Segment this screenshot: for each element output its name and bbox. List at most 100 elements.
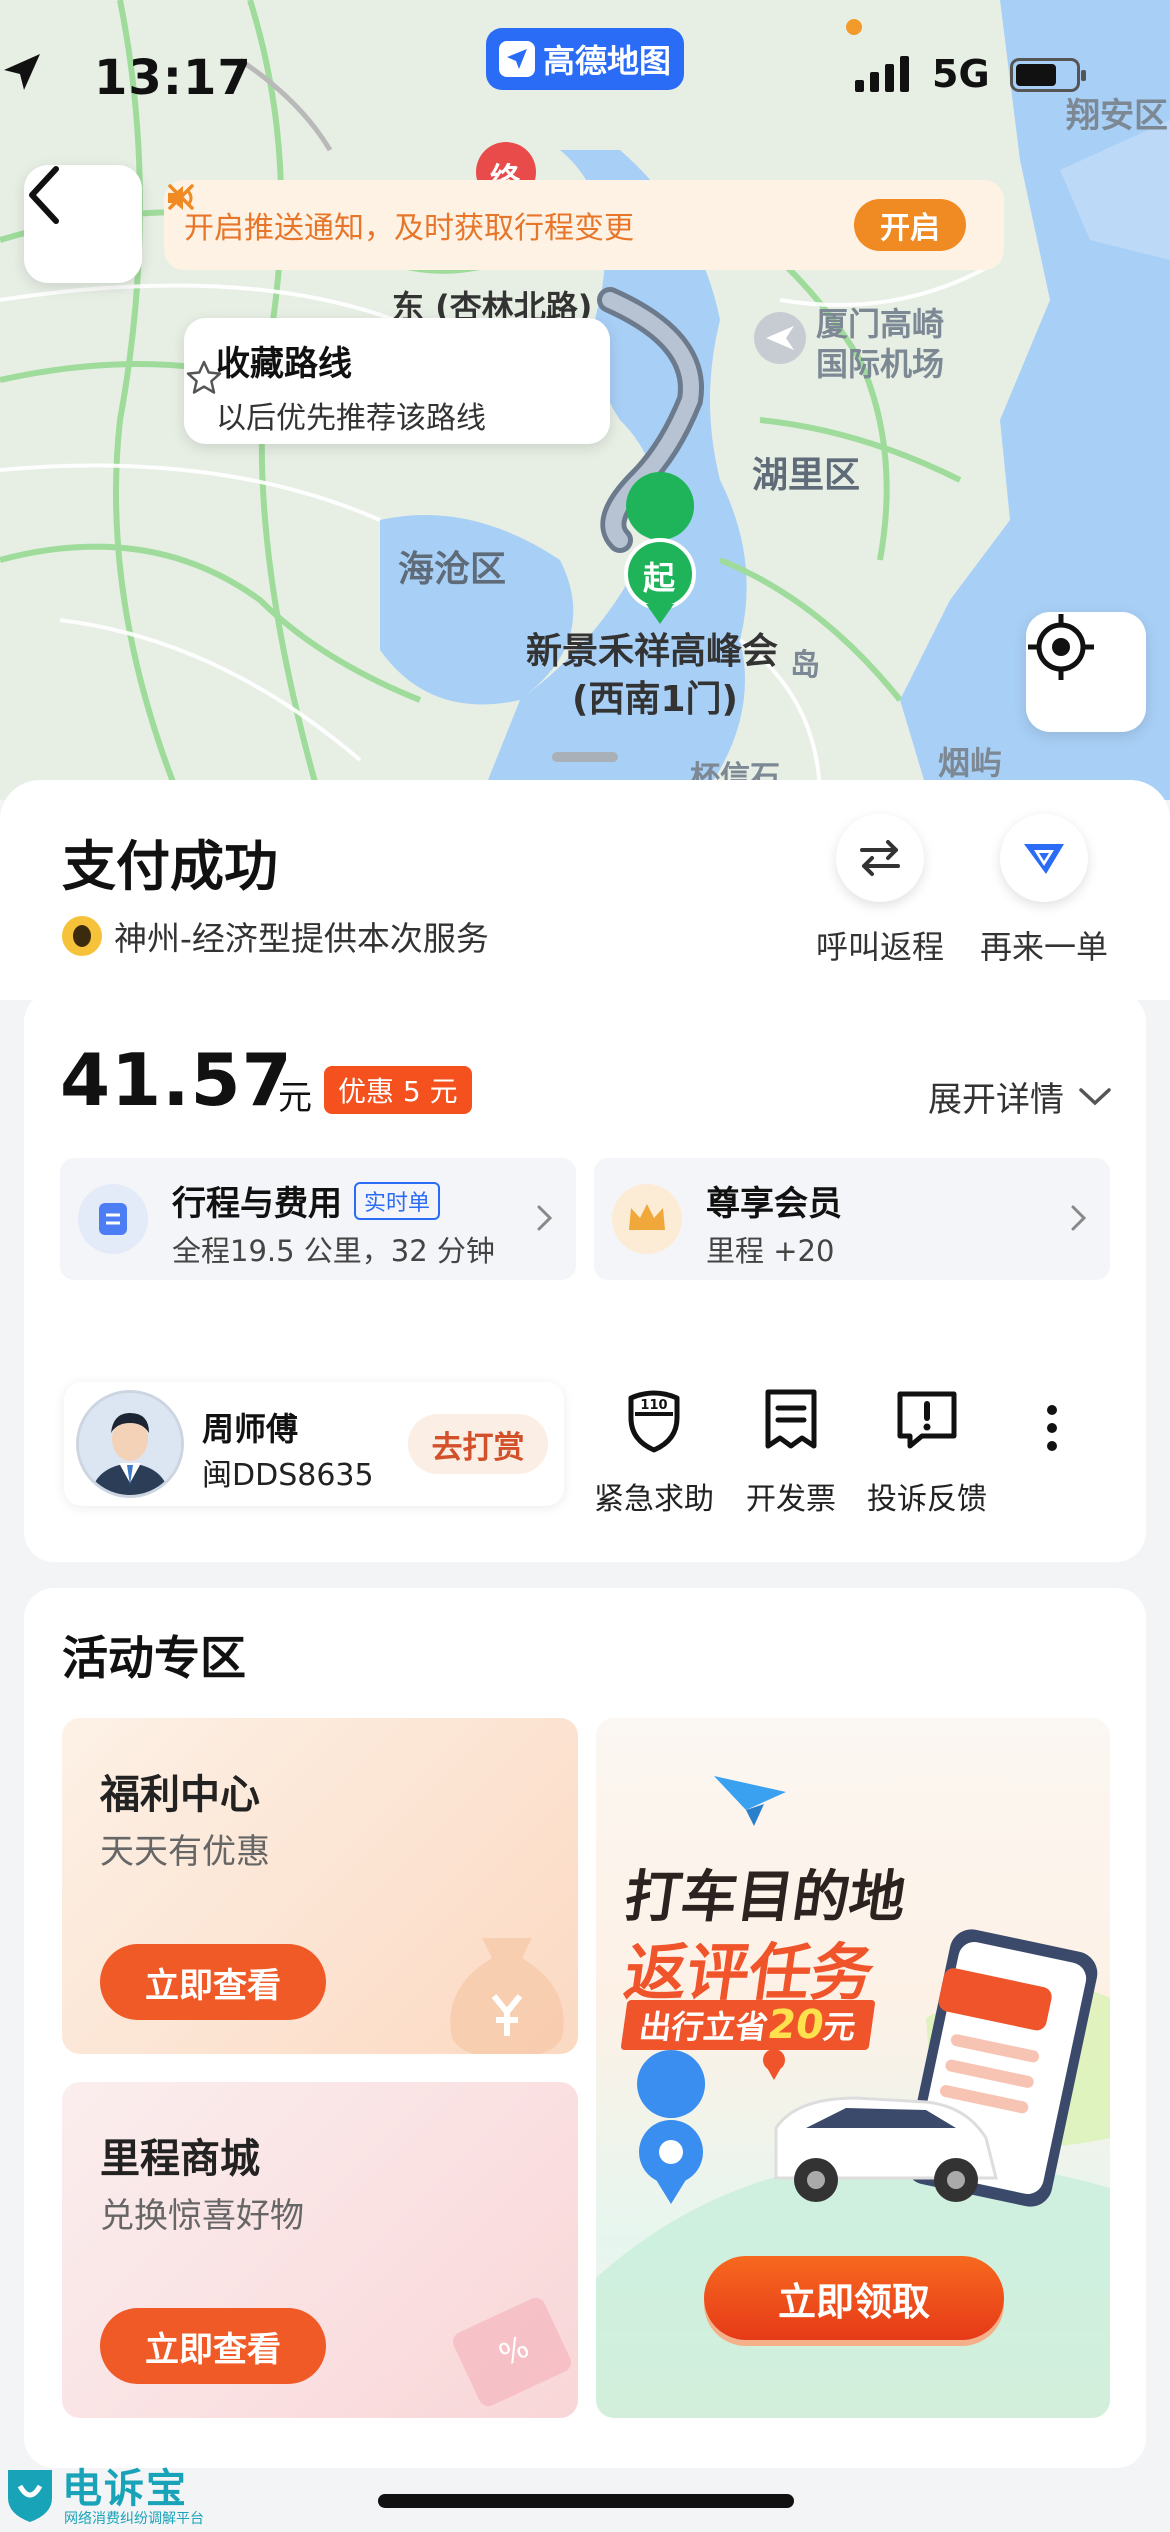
invoice-label: 开发票 (746, 1482, 836, 1517)
call-return-button[interactable]: 呼叫返程 (800, 814, 960, 968)
app-logo-icon (498, 41, 535, 77)
sheet-drag-handle[interactable] (552, 752, 618, 762)
promo-line1: 打车目的地 (620, 1865, 910, 1930)
emergency-help-label: 紧急求助 (594, 1482, 714, 1517)
shield-badge-text: 110 (640, 1398, 667, 1413)
crosshair-icon (1028, 614, 1094, 680)
expand-details-label: 展开详情 (928, 1080, 1064, 1120)
provider-logo-icon (62, 916, 102, 956)
favorite-route-title: 收藏路线 (216, 344, 352, 384)
coupon-icon: % (453, 2297, 571, 2407)
map-label-airport: 厦门高崎 国际机场 (816, 305, 945, 383)
member-entry[interactable]: 尊享会员 里程 +20 (594, 1158, 1110, 1280)
welfare-center-button[interactable]: 立即查看 (100, 1944, 326, 2020)
fare-unit: 元 (278, 1078, 312, 1118)
watermark-name: 电诉宝 (62, 2466, 188, 2512)
order-again-button[interactable]: 再来一单 (964, 814, 1124, 968)
map-label-huli: 湖里区 (752, 455, 861, 496)
welfare-center-subtitle: 天天有优惠 (100, 1832, 270, 1872)
call-return-label: 呼叫返程 (815, 928, 944, 966)
map-label-island: 岛 (790, 648, 820, 683)
emergency-help-button[interactable]: 110 紧急求助 (594, 1384, 714, 1518)
chevron-right-icon (537, 1205, 553, 1231)
payment-header: 支付成功 神州-经济型提供本次服务 呼叫返程 再来一单 (0, 780, 1170, 1000)
trip-fee-detail: 全程19.5 公里，32 分钟 (172, 1234, 495, 1268)
mileage-mall-tile[interactable]: % 里程商城 兑换惊喜好物 立即查看 (62, 2082, 578, 2418)
bottom-sheet: 支付成功 神州-经济型提供本次服务 呼叫返程 再来一单 41.57 元 优惠 5… (0, 780, 1170, 2532)
driver-name: 周师傅 (202, 1410, 299, 1448)
service-provider: 神州-经济型提供本次服务 (62, 912, 489, 960)
battery-icon (1010, 58, 1086, 92)
crown-icon (612, 1184, 682, 1254)
star-icon[interactable] (184, 358, 224, 398)
invoice-button[interactable]: 开发票 (746, 1384, 836, 1518)
map-label-bottom-right: 烟屿 (938, 744, 1003, 782)
location-arrow-icon (4, 54, 40, 90)
locate-me-button[interactable] (1026, 612, 1146, 732)
mileage-mall-title: 里程商城 (100, 2136, 260, 2182)
fare-card: 41.57 元 优惠 5 元 展开详情 行程与费用 实时单 全程19.5 公里，3… (24, 992, 1146, 1562)
notice-text: 开启推送通知，及时获取行程变更 (184, 211, 634, 246)
trip-fee-icon (78, 1184, 148, 1254)
money-bag-icon (450, 1938, 564, 2054)
activity-card: 活动专区 福利中心 天天有优惠 立即查看 % 里程商城 兑换惊喜好物 立即查看 (24, 1588, 1146, 2468)
promo-line2: 返评任务 (620, 1936, 879, 2009)
favorite-route-tip[interactable]: 收藏路线 以后优先推荐该路线 (184, 318, 610, 444)
map-view[interactable]: 终 起 翔安区 东 (杏林北路) 厦门高崎 国际机场 湖里区 海沧区 岛 新景禾… (0, 0, 1170, 800)
watermark-logo: 电诉宝 网络消费纠纷调解平台 (0, 2456, 220, 2532)
discount-badge: 优惠 5 元 (324, 1066, 472, 1114)
home-indicator[interactable] (378, 2494, 794, 2508)
shield-110-icon: 110 (628, 1390, 680, 1453)
welfare-center-title: 福利中心 (100, 1772, 260, 1818)
driver-avatar (76, 1390, 184, 1498)
chevron-right-icon (1071, 1205, 1087, 1231)
map-label-start-marker: 起 (643, 559, 676, 597)
complaint-icon (897, 1391, 957, 1449)
promo-claim-button[interactable]: 立即领取 (704, 2256, 1004, 2340)
destination-review-promo[interactable]: 打车目的地 返评任务 出行立省 20 元 立即领取 (596, 1718, 1110, 2418)
fare-amount: 41.57 (60, 1038, 293, 1122)
payment-status-title: 支付成功 (62, 835, 278, 898)
app-name: 高德地图 (542, 42, 671, 80)
status-time: 13:17 (94, 50, 252, 106)
member-detail: 里程 +20 (706, 1234, 835, 1268)
complaint-label: 投诉反馈 (867, 1482, 987, 1517)
enable-push-button[interactable]: 开启 (854, 199, 966, 251)
realtime-tag: 实时单 (354, 1181, 441, 1220)
tip-driver-button[interactable]: 去打赏 (408, 1414, 548, 1474)
push-notice-banner: 开启推送通知，及时获取行程变更 开启 (164, 180, 1004, 270)
ride-complete-screen: 终 起 翔安区 东 (杏林北路) 厦门高崎 国际机场 湖里区 海沧区 岛 新景禾… (0, 0, 1170, 2532)
map-label-start-name: 新景禾祥高峰会 (526, 631, 779, 672)
member-title: 尊享会员 (706, 1184, 842, 1224)
invoice-icon (765, 1389, 817, 1449)
order-again-label: 再来一单 (979, 928, 1108, 966)
map-label-haicang: 海沧区 (398, 549, 507, 590)
welfare-center-tile[interactable]: 福利中心 天天有优惠 立即查看 (62, 1718, 578, 2054)
network-type: 5G (932, 52, 990, 96)
chevron-left-icon (29, 166, 59, 224)
service-provider-text: 神州-经济型提供本次服务 (114, 919, 489, 958)
favorite-route-subtitle: 以后优先推荐该路线 (216, 401, 486, 436)
more-vertical-icon[interactable] (1042, 1398, 1062, 1458)
watermark-subtitle: 网络消费纠纷调解平台 (64, 2511, 204, 2527)
swap-arrows-icon (860, 840, 900, 876)
promo-line3: 出行立省 20 元 (620, 2000, 876, 2050)
back-button[interactable] (24, 165, 142, 283)
status-bar: 13:17 高德地图 5G (0, 28, 1170, 110)
trip-fee-entry[interactable]: 行程与费用 实时单 全程19.5 公里，32 分钟 (60, 1158, 576, 1280)
expand-details-button[interactable]: 展开详情 (928, 1072, 1112, 1121)
driver-card[interactable]: 周师傅 闽DDS8635 去打赏 (64, 1382, 564, 1506)
mileage-mall-subtitle: 兑换惊喜好物 (100, 2196, 304, 2236)
signal-icon (855, 54, 909, 92)
chevron-down-icon (1079, 1087, 1111, 1105)
app-badge[interactable]: 高德地图 (486, 28, 684, 90)
activity-title: 活动专区 (62, 1631, 246, 1685)
complaint-button[interactable]: 投诉反馈 (867, 1384, 987, 1518)
reorder-icon (1024, 844, 1064, 874)
close-icon[interactable] (164, 180, 198, 214)
map-label-start-gate: (西南1门) (572, 679, 738, 720)
trip-fee-title: 行程与费用 (172, 1184, 342, 1224)
driver-plate: 闽DDS8635 (202, 1458, 374, 1493)
watermark-shield-icon (8, 2470, 52, 2522)
mileage-mall-button[interactable]: 立即查看 (100, 2308, 326, 2384)
